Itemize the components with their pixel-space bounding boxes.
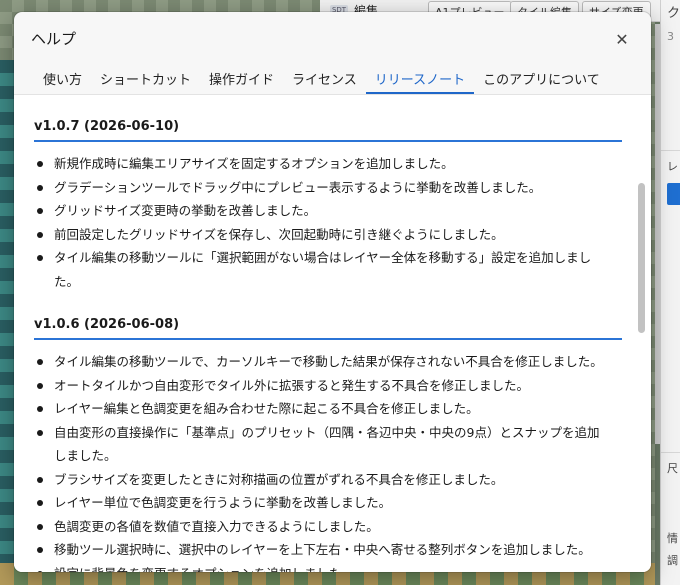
dialog-title: ヘルプ — [31, 30, 77, 48]
release-notes-list: タイル編集の移動ツールで、カーソルキーで移動した結果が保存されない不具合を修正し… — [14, 350, 651, 572]
side-chip-3: レ — [667, 160, 678, 173]
side-chip-4: 尺 — [667, 462, 678, 475]
list-item: 自由変形の直接操作に「基準点」のプリセット（四隅・各辺中央・中央の9点）とスナッ… — [34, 421, 611, 468]
side-divider-2 — [661, 452, 680, 453]
release-heading: v1.0.7 (2026-06-10) — [34, 113, 622, 142]
side-divider — [661, 150, 680, 151]
help-dialog: ヘルプ ✕ 使い方 ショートカット 操作ガイド ライセンス リリースノート この… — [14, 12, 651, 572]
release-heading: v1.0.6 (2026-06-08) — [34, 311, 622, 340]
side-chip-2: 3 — [667, 30, 674, 43]
side-chip-5: 情 — [667, 532, 678, 545]
list-item: オートタイルかつ自由変形でタイル外に拡張すると発生する不具合を修正しました。 — [34, 374, 611, 398]
list-item: 設定に背景色を変更するオプションを追加しました。 — [34, 562, 611, 572]
tab-license[interactable]: ライセンス — [283, 64, 366, 94]
release-notes-panel[interactable]: v1.0.7 (2026-06-10) 新規作成時に編集エリアサイズを固定するオ… — [14, 94, 651, 572]
side-chip-1: ク — [667, 6, 680, 21]
list-item: グリッドサイズ変更時の挙動を改善しました。 — [34, 199, 611, 223]
list-item: 移動ツール選択時に、選択中のレイヤーを上下左右・中央へ寄せる整列ボタンを追加しま… — [34, 538, 611, 562]
list-item: グラデーションツールでドラッグ中にプレビュー表示するように挙動を改善しました。 — [34, 176, 611, 200]
list-item: 新規作成時に編集エリアサイズを固定するオプションを追加しました。 — [34, 152, 611, 176]
list-item: 前回設定したグリッドサイズを保存し、次回起動時に引き継ぐようにしました。 — [34, 223, 611, 247]
release-section-2: v1.0.6 (2026-06-08) タイル編集の移動ツールで、カーソルキーで… — [14, 293, 651, 572]
content-scrollbar-thumb[interactable] — [638, 183, 645, 333]
list-item: タイル編集の移動ツールで、カーソルキーで移動した結果が保存されない不具合を修正し… — [34, 350, 611, 374]
side-chip-6: 調 — [667, 554, 678, 567]
list-item: レイヤー編集と色調変更を組み合わせた際に起こる不具合を修正しました。 — [34, 397, 611, 421]
list-item: タイル編集の移動ツールに「選択範囲がない場合はレイヤー全体を移動する」設定を追加… — [34, 246, 611, 293]
help-tabs: 使い方 ショートカット 操作ガイド ライセンス リリースノート このアプリについ… — [34, 64, 609, 94]
tab-about[interactable]: このアプリについて — [474, 64, 609, 94]
tab-release-notes[interactable]: リリースノート — [365, 64, 475, 94]
right-side-panel: ク 3 レ 尺 情 調 — [660, 0, 680, 585]
list-item: 色調変更の各値を数値で直接入力できるようにしました。 — [34, 515, 611, 539]
side-blue-button[interactable] — [667, 183, 680, 205]
release-section-1: v1.0.7 (2026-06-10) 新規作成時に編集エリアサイズを固定するオ… — [14, 95, 651, 293]
tab-usage[interactable]: 使い方 — [34, 64, 91, 94]
close-icon[interactable]: ✕ — [611, 28, 633, 50]
list-item: ブラシサイズを変更したときに対称描画の位置がずれる不具合を修正しました。 — [34, 468, 611, 492]
tab-shortcuts[interactable]: ショートカット — [91, 64, 200, 94]
list-item: レイヤー単位で色調変更を行うように挙動を改善しました。 — [34, 491, 611, 515]
release-notes-list: 新規作成時に編集エリアサイズを固定するオプションを追加しました。 グラデーション… — [14, 152, 651, 293]
tab-operation-guide[interactable]: 操作ガイド — [200, 64, 283, 94]
